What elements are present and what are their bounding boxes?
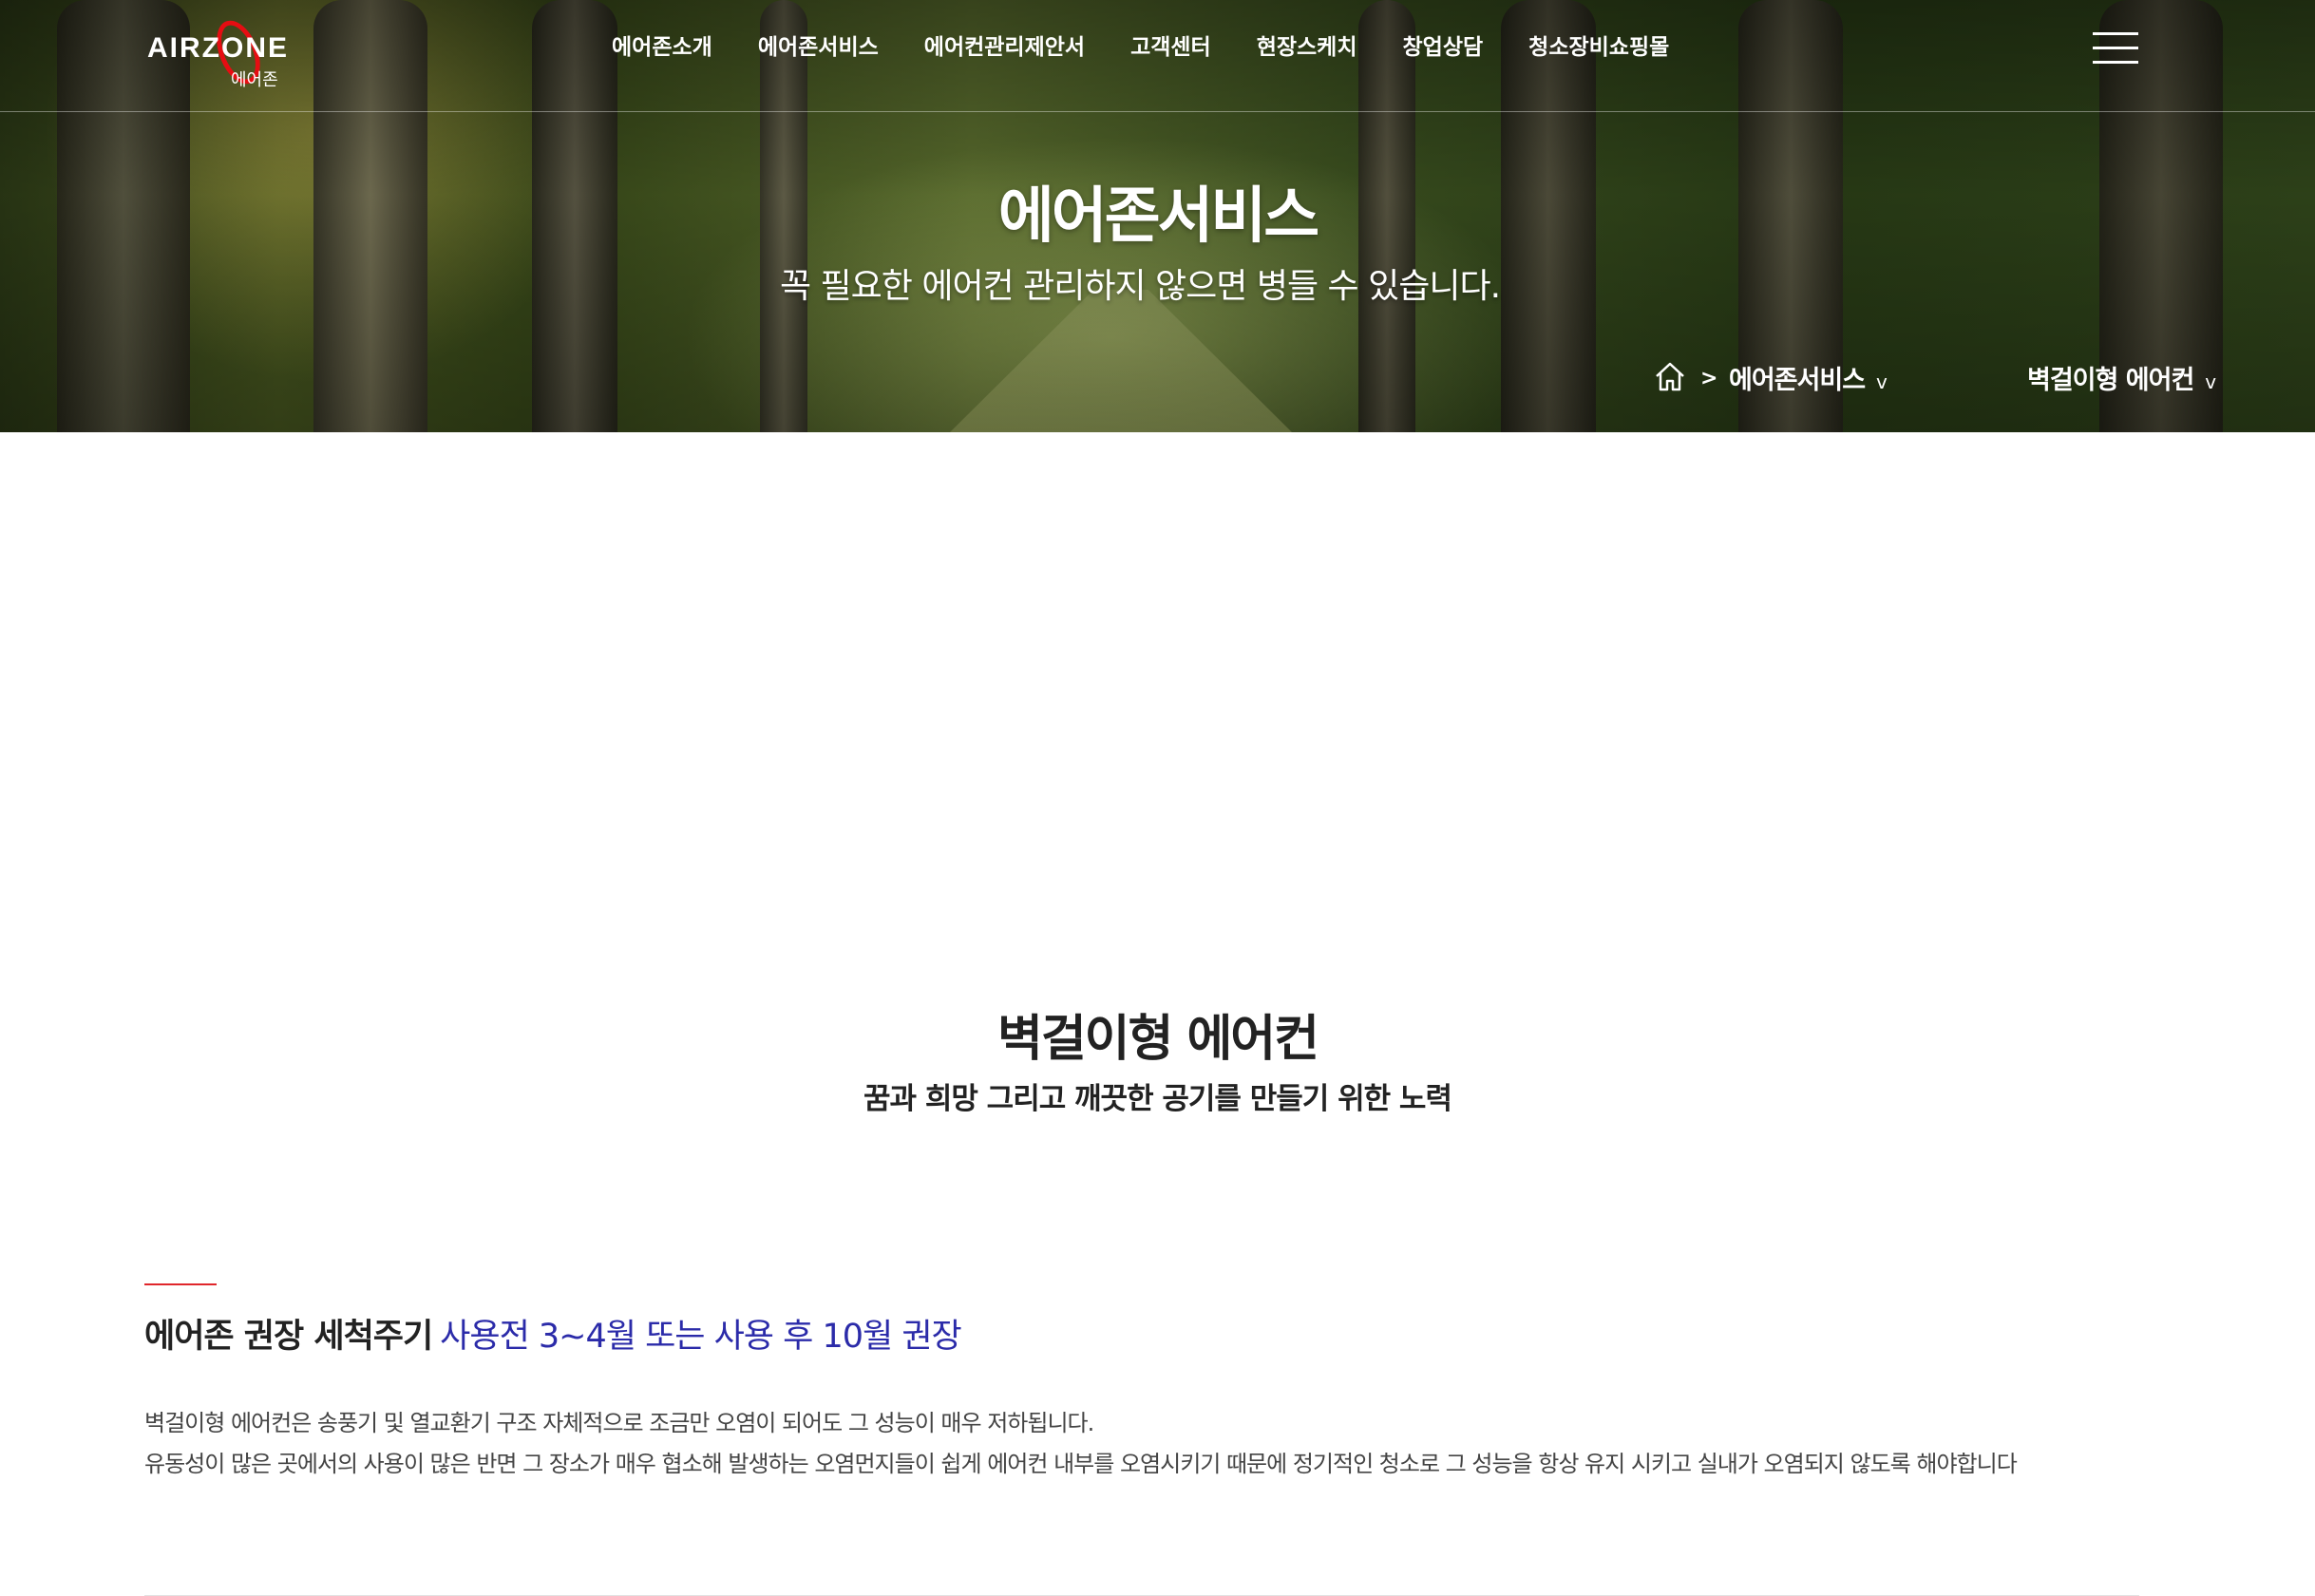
- hero-banner: AIRZONE 에어존 에어존소개 에어존서비스 에어컨관리제안서 고객센터 현…: [0, 0, 2315, 432]
- section-body: 벽걸이형 에어컨은 송풍기 및 열교환기 구조 자체적으로 조금만 오염이 되어…: [144, 1403, 2139, 1485]
- hero-title: 에어존서비스: [997, 181, 1319, 252]
- chevron-down-icon: v: [2205, 370, 2216, 393]
- body-paragraph: 벽걸이형 에어컨은 송풍기 및 열교환기 구조 자체적으로 조금만 오염이 되어…: [144, 1410, 1094, 1436]
- section-accent-line: [144, 1283, 217, 1285]
- nav-item-proposal[interactable]: 에어컨관리제안서: [901, 30, 1108, 65]
- section-heading: 에어존 권장 세척주기 사용전 3~4월 또는 사용 후 10월 권장: [144, 1309, 962, 1358]
- body-paragraph: 유동성이 많은 곳에서의 사용이 많은 반면 그 장소가 매우 협소해 발생하는…: [144, 1451, 2018, 1477]
- section-heading-label: 에어존 권장 세척주기: [144, 1318, 433, 1356]
- nav-item-about[interactable]: 에어존소개: [589, 30, 735, 65]
- breadcrumb-category-dropdown[interactable]: 에어존서비스 v: [1729, 359, 1888, 396]
- site-logo[interactable]: AIRZONE 에어존: [142, 10, 294, 90]
- nav-item-support[interactable]: 고객센터: [1108, 30, 1234, 65]
- section-heading-highlight: 사용전 3~4월 또는 사용 후 10월 권장: [440, 1318, 962, 1356]
- nav-item-service[interactable]: 에어존서비스: [735, 30, 901, 65]
- logo-subtext: 에어존: [231, 70, 278, 90]
- breadcrumb: > 에어존서비스 v 벽걸이형 에어컨 v: [1653, 353, 2223, 399]
- home-icon[interactable]: [1653, 359, 1687, 393]
- chevron-down-icon: v: [1876, 370, 1888, 393]
- page-subtitle: 꿈과 희망 그리고 깨끗한 공기를 만들기 위한 노력: [863, 1082, 1452, 1116]
- breadcrumb-category-label: 에어존서비스: [1729, 366, 1866, 395]
- nav-item-franchise[interactable]: 창업상담: [1380, 30, 1507, 65]
- site-header: AIRZONE 에어존 에어존소개 에어존서비스 에어컨관리제안서 고객센터 현…: [0, 0, 2315, 112]
- main-nav: 에어존소개 에어존서비스 에어컨관리제안서 고객센터 현장스케치 창업상담 청소…: [589, 30, 1692, 65]
- hero-subtitle: 꼭 필요한 에어컨 관리하지 않으면 병들 수 있습니다.: [779, 267, 1501, 306]
- nav-item-shop[interactable]: 청소장비쇼핑몰: [1506, 30, 1692, 65]
- breadcrumb-separator: >: [1700, 367, 1718, 390]
- hamburger-icon[interactable]: [2093, 32, 2138, 65]
- breadcrumb-current-label: 벽걸이형 에어컨: [2027, 366, 2194, 395]
- nav-item-gallery[interactable]: 현장스케치: [1234, 30, 1380, 65]
- page-title: 벽걸이형 에어컨: [997, 1011, 1319, 1068]
- breadcrumb-current-dropdown[interactable]: 벽걸이형 에어컨 v: [2027, 359, 2216, 396]
- logo-text: AIRZONE: [147, 32, 289, 64]
